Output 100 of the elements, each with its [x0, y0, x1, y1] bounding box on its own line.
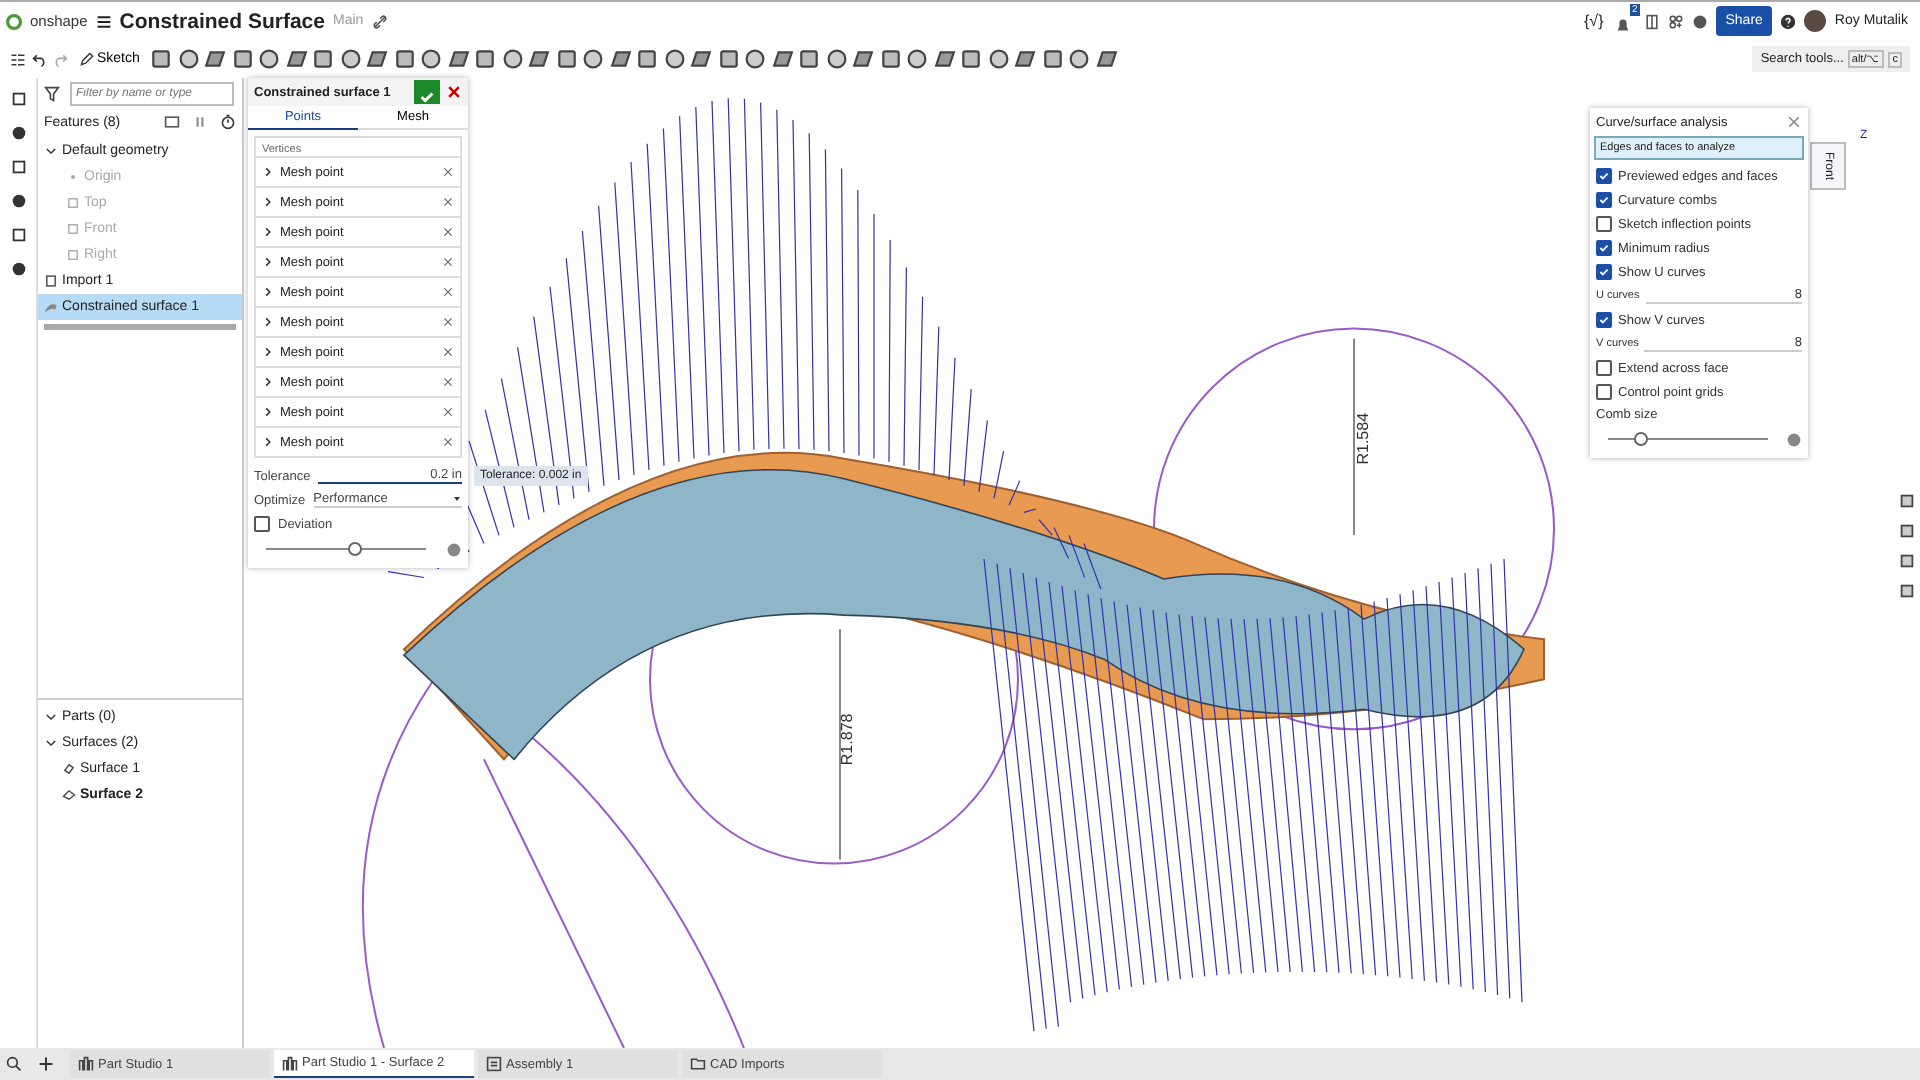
checkbox[interactable]	[1596, 192, 1612, 208]
remove-icon[interactable]	[442, 406, 454, 418]
slider-thumb[interactable]	[1634, 432, 1648, 446]
tool-icon[interactable]	[258, 48, 281, 70]
chevron-icon[interactable]	[262, 376, 274, 388]
chevron-icon[interactable]	[262, 226, 274, 238]
deviation-checkbox[interactable]	[254, 516, 270, 532]
menu-icon[interactable]	[95, 13, 112, 29]
tool-icon[interactable]	[609, 48, 632, 70]
chevron-icon[interactable]	[262, 346, 274, 358]
chevron-icon[interactable]	[44, 144, 58, 158]
checkbox[interactable]	[1596, 384, 1612, 400]
pause-icon[interactable]	[192, 114, 208, 130]
help-icon[interactable]	[1780, 13, 1797, 29]
logo-icon	[6, 13, 22, 29]
tool-icon[interactable]	[420, 48, 443, 70]
panel-icon[interactable]	[1643, 13, 1660, 29]
tool-icon[interactable]	[447, 48, 470, 70]
caret-icon[interactable]	[452, 494, 462, 504]
remove-icon[interactable]	[442, 286, 454, 298]
tool-icon[interactable]	[285, 48, 308, 70]
surface-icon	[62, 762, 76, 776]
accept-button[interactable]	[414, 80, 440, 104]
close-icon[interactable]	[1786, 114, 1802, 130]
checkbox[interactable]	[1596, 168, 1612, 184]
remove-icon[interactable]	[442, 166, 454, 178]
remove-icon[interactable]	[442, 436, 454, 448]
document-title: Constrained Surface	[119, 9, 325, 33]
checkbox[interactable]	[1596, 264, 1612, 280]
remove-icon[interactable]	[442, 226, 454, 238]
tool-icon[interactable]	[204, 48, 227, 70]
tool-icon[interactable]	[393, 48, 416, 70]
tool-icon[interactable]	[852, 48, 875, 70]
tool-icon[interactable]	[177, 48, 200, 70]
tool-icon[interactable]	[582, 48, 605, 70]
remove-icon[interactable]	[442, 376, 454, 388]
undo-icon[interactable]	[31, 51, 47, 67]
chevron-icon[interactable]	[262, 256, 274, 268]
tool-icon[interactable]	[1068, 48, 1091, 70]
point-icon	[66, 170, 80, 184]
add-icon[interactable]	[38, 1056, 54, 1072]
tool-icon[interactable]	[1095, 48, 1118, 70]
tool-icon[interactable]	[717, 48, 740, 70]
tool-icon[interactable]	[636, 48, 659, 70]
folder-add-icon[interactable]	[164, 114, 180, 130]
tool-icon[interactable]	[690, 48, 713, 70]
part-studio-icon	[282, 1055, 298, 1071]
tool-icon[interactable]	[987, 48, 1010, 70]
tool-icon[interactable]	[528, 48, 551, 70]
tool-icon[interactable]	[933, 48, 956, 70]
avatar-icon[interactable]	[1804, 10, 1827, 32]
chevron-icon[interactable]	[262, 406, 274, 418]
filter-icon[interactable]	[44, 86, 60, 102]
chevron-icon[interactable]	[262, 196, 274, 208]
pencil-icon[interactable]	[79, 52, 93, 66]
tool-icon[interactable]	[366, 48, 389, 70]
tool-icon[interactable]	[879, 48, 902, 70]
tool-icon[interactable]	[1041, 48, 1064, 70]
face-icon	[62, 788, 76, 802]
remove-icon[interactable]	[442, 196, 454, 208]
check-icon	[1598, 314, 1610, 326]
chevron-icon[interactable]	[262, 286, 274, 298]
tool-icon[interactable]	[312, 48, 335, 70]
part-studio-icon	[78, 1056, 94, 1072]
tool-icon[interactable]	[150, 48, 173, 70]
folder-icon	[690, 1056, 706, 1072]
check-icon[interactable]	[418, 88, 436, 106]
assembly-icon	[486, 1056, 502, 1072]
tool-icon[interactable]	[474, 48, 497, 70]
slider-thumb[interactable]	[348, 542, 362, 556]
tool-icon[interactable]	[771, 48, 794, 70]
tool-icon[interactable]	[555, 48, 578, 70]
checkbox[interactable]	[1596, 216, 1612, 232]
remove-icon[interactable]	[442, 256, 454, 268]
tool-icon[interactable]	[501, 48, 524, 70]
variables-button[interactable]: {√}	[1584, 12, 1604, 30]
remove-icon[interactable]	[442, 316, 454, 328]
checkbox[interactable]	[1596, 360, 1612, 376]
tool-icon[interactable]	[663, 48, 686, 70]
tool-icon[interactable]	[339, 48, 362, 70]
tool-icon[interactable]	[744, 48, 767, 70]
feature-list-icon[interactable]	[10, 51, 26, 67]
tool-icon[interactable]	[960, 48, 983, 70]
tool-icon[interactable]	[231, 48, 254, 70]
checkbox[interactable]	[1596, 312, 1612, 328]
tool-icon[interactable]	[1014, 48, 1037, 70]
tool-icon[interactable]	[906, 48, 929, 70]
chevron-icon[interactable]	[262, 436, 274, 448]
remove-icon[interactable]	[442, 346, 454, 358]
tool-icon[interactable]	[825, 48, 848, 70]
apps-icon[interactable]	[1667, 13, 1684, 29]
chevron-icon[interactable]	[262, 316, 274, 328]
search-icon[interactable]	[6, 1056, 22, 1072]
stopwatch-icon[interactable]	[220, 114, 236, 130]
chevron-icon[interactable]	[262, 166, 274, 178]
bell-icon[interactable]	[1614, 15, 1633, 33]
tool-icon[interactable]	[798, 48, 821, 70]
link-icon[interactable]	[371, 13, 388, 29]
close-icon[interactable]	[446, 84, 462, 100]
checkbox[interactable]	[1596, 240, 1612, 256]
